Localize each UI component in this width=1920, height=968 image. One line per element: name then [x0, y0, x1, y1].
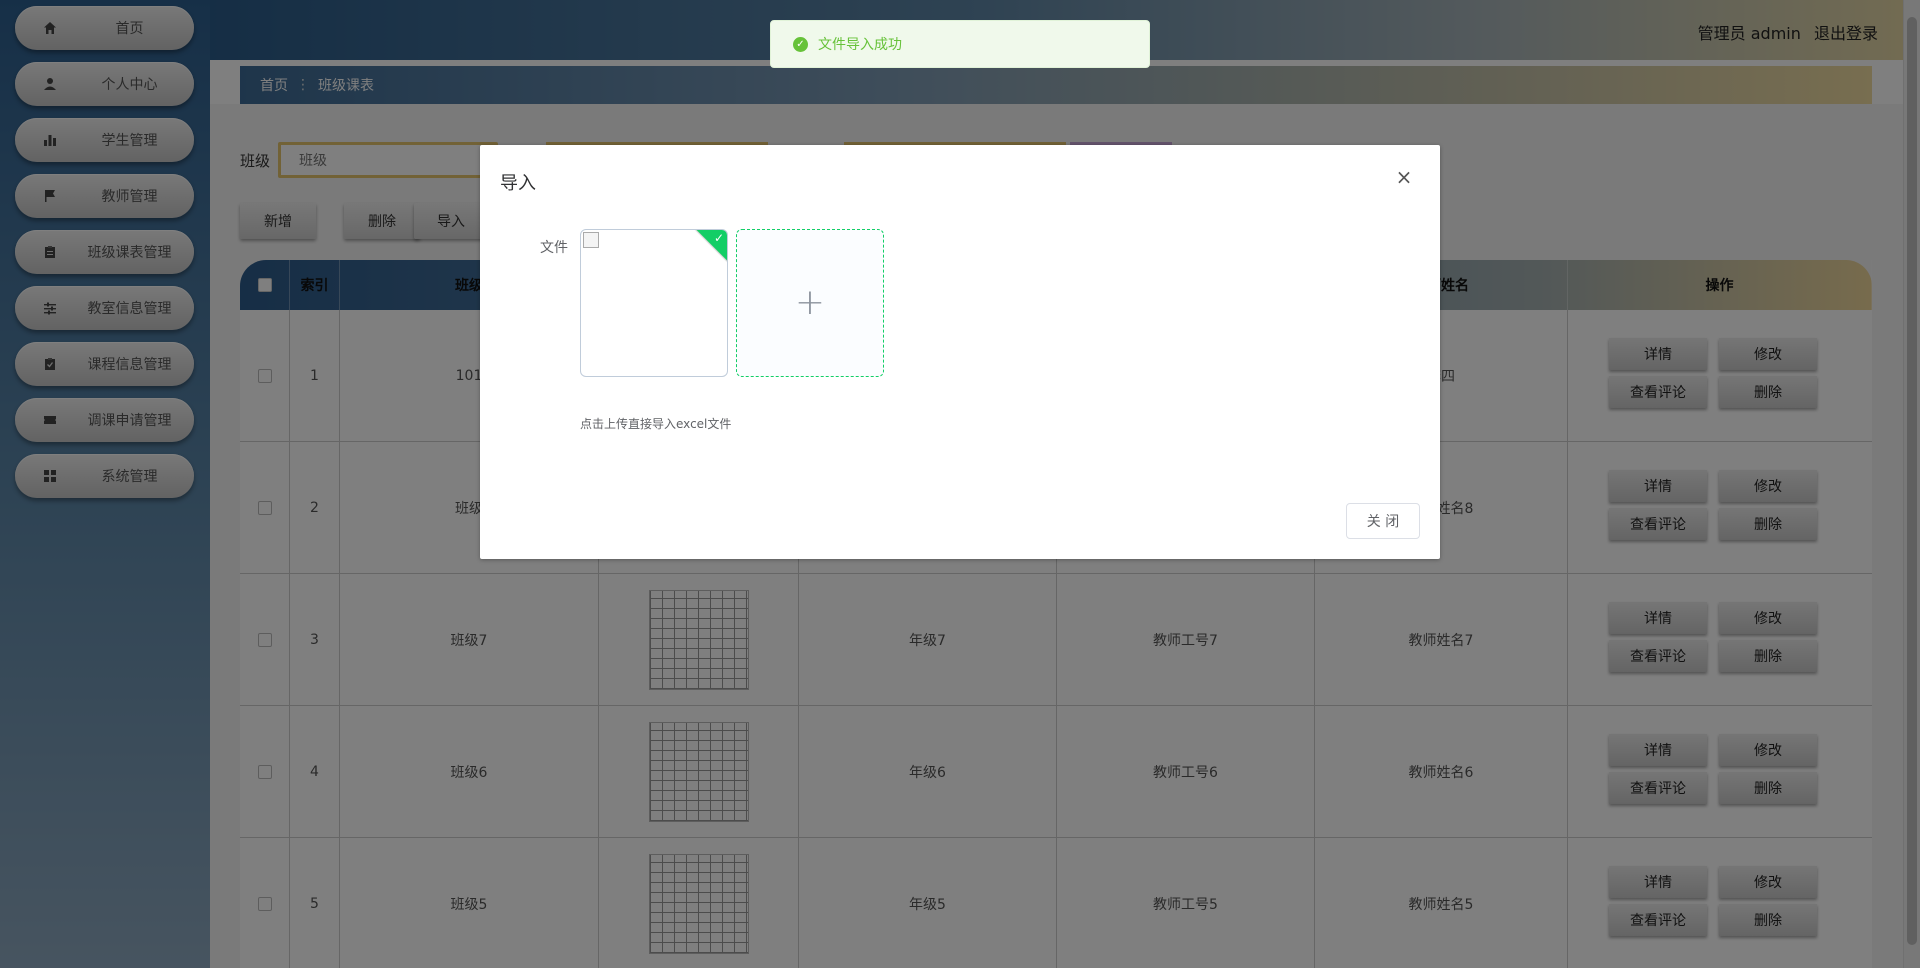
- uploaded-file-card[interactable]: ✓: [580, 229, 728, 377]
- broken-image-icon: [583, 232, 599, 248]
- upload-trigger[interactable]: +: [736, 229, 884, 377]
- plus-icon: +: [794, 282, 826, 323]
- close-button[interactable]: 关 闭: [1346, 503, 1420, 539]
- success-check-icon: ✓: [793, 36, 808, 52]
- success-toast: ✓ 文件导入成功: [770, 20, 1150, 68]
- import-dialog: 导入 × 文件 ✓ + 点击上传直接导入excel文件 关 闭: [480, 145, 1440, 559]
- toast-message: 文件导入成功: [818, 37, 902, 53]
- check-icon: ✓: [713, 231, 724, 245]
- dialog-title: 导入: [500, 173, 536, 194]
- upload-tip: 点击上传直接导入excel文件: [580, 417, 732, 431]
- close-icon[interactable]: ×: [1394, 167, 1414, 187]
- file-label: 文件: [540, 240, 568, 256]
